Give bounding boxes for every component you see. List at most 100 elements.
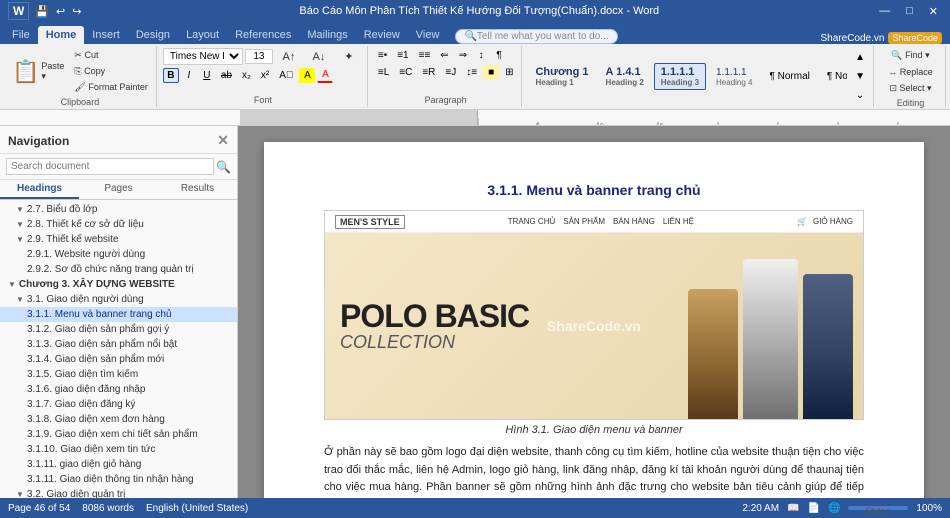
tab-layout[interactable]: Layout	[178, 26, 227, 44]
italic-btn[interactable]: I	[181, 68, 197, 83]
nav-search-icon[interactable]: 🔍	[216, 160, 231, 174]
clear-format-btn[interactable]: ✦	[335, 49, 363, 64]
font-row-top: Times New R... A↑ A↓ ✦	[163, 48, 363, 65]
format-painter-btn[interactable]: 🖌 Format Painter	[70, 80, 151, 95]
nav-item-3[interactable]: 2.9.1. Website người dùng	[0, 247, 237, 262]
nav-item-12[interactable]: 3.1.6. giao diện đăng nhập	[0, 382, 237, 397]
search-bar[interactable]: 🔍 Tell me what you want to do...	[455, 29, 617, 44]
view-read-btn[interactable]: 📖	[787, 503, 799, 514]
tab-view[interactable]: View	[408, 26, 448, 44]
nav-item-11[interactable]: 3.1.5. Giao diện tìm kiếm	[0, 367, 237, 382]
font-size-inc[interactable]: A↑	[275, 50, 303, 64]
nav-item-7[interactable]: 3.1.1. Menu và banner trang chủ	[0, 307, 237, 322]
tab-review[interactable]: Review	[356, 26, 408, 44]
style-heading4-btn[interactable]: 1.1.1.1 Heading 4	[709, 64, 759, 90]
decrease-indent-btn[interactable]: ⇐	[436, 48, 452, 63]
nav-item-18[interactable]: 3.1.11. Giao diện thông tin nhận hàng	[0, 472, 237, 487]
nav-item-14[interactable]: 3.1.8. Giao diện xem đơn hàng	[0, 412, 237, 427]
nav-tab-results[interactable]: Results	[158, 180, 237, 199]
nav-item-2[interactable]: ▼2.9. Thiết kế website	[0, 232, 237, 247]
minimize-btn[interactable]: —	[875, 5, 894, 18]
align-center-btn[interactable]: ≡C	[395, 65, 416, 80]
style-heading3-btn[interactable]: 1.1.1.1 Heading 3	[654, 63, 706, 90]
nav-item-0[interactable]: ▼2.7. Biểu đồ lớp	[0, 202, 237, 217]
underline-btn[interactable]: U	[199, 68, 215, 83]
paste-btn[interactable]: 📋 Paste ▾	[8, 57, 68, 87]
nav-item-1[interactable]: ▼2.8. Thiết kế cơ sở dữ liệu	[0, 217, 237, 232]
copy-btn[interactable]: ⎘ Copy	[70, 64, 151, 79]
status-left: Page 46 of 54 8086 words English (United…	[8, 503, 248, 514]
nav-item-10[interactable]: 3.1.4. Giao diện sản phẩm mới	[0, 352, 237, 367]
font-color-btn[interactable]: A	[317, 67, 333, 83]
bold-btn[interactable]: B	[163, 68, 179, 83]
find-btn[interactable]: 🔍 Find ▾	[887, 48, 933, 63]
nav-close-btn[interactable]: ✕	[217, 132, 229, 149]
style-normal-btn[interactable]: ¶ Normal	[763, 68, 817, 85]
font-group: Times New R... A↑ A↓ ✦ B I U ab x₂ x² A⃝…	[159, 46, 368, 107]
tab-file[interactable]: File	[4, 26, 38, 44]
styles-scroll-down[interactable]: ▼	[851, 69, 869, 84]
sort-btn[interactable]: ↕	[473, 48, 489, 63]
replace-btn[interactable]: ↔ Replace	[884, 65, 937, 79]
style-nospace-btn[interactable]: ¶ No Spac...	[820, 68, 847, 85]
doc-page[interactable]: 3.1.1. Menu và banner trang chủ MEN'S ST…	[264, 142, 924, 498]
align-left-btn[interactable]: ≡L	[374, 65, 393, 80]
clipboard-group: 📋 Paste ▾ ✂ Cut ⎘ Copy 🖌 Format Painter …	[4, 46, 157, 107]
nav-item-16[interactable]: 3.1.10. Giao diện xem tin tức	[0, 442, 237, 457]
view-print-btn[interactable]: 📄	[808, 503, 820, 514]
style-heading1-btn[interactable]: Chương 1 Heading 1	[528, 63, 595, 90]
nav-item-19[interactable]: ▼3.2. Giao diện quản trị	[0, 487, 237, 498]
line-spacing-btn[interactable]: ↕≡	[462, 65, 481, 80]
nav-item-13[interactable]: 3.1.7. Giao diện đăng ký	[0, 397, 237, 412]
tab-insert[interactable]: Insert	[84, 26, 128, 44]
superscript-btn[interactable]: x²	[257, 68, 273, 83]
font-content: Times New R... A↑ A↓ ✦ B I U ab x₂ x² A⃝…	[163, 48, 363, 93]
styles-more[interactable]: ⌄	[851, 88, 869, 103]
bullets-btn[interactable]: ≡•	[374, 48, 391, 63]
nav-item-17[interactable]: 3.1.11. giao diện giỏ hàng	[0, 457, 237, 472]
close-btn[interactable]: ✕	[925, 5, 942, 18]
maximize-btn[interactable]: □	[902, 5, 917, 18]
nav-item-5[interactable]: ▼Chương 3. XÂY DỰNG WEBSITE	[0, 277, 237, 292]
redo-btn[interactable]: ↪	[70, 4, 83, 19]
undo-btn[interactable]: ↩	[54, 4, 67, 19]
select-btn[interactable]: ⊡ Select ▾	[885, 81, 935, 96]
align-right-btn[interactable]: ≡R	[418, 65, 439, 80]
quick-access-toolbar: 💾 ↩ ↪	[33, 4, 83, 19]
font-size-dec[interactable]: A↓	[305, 50, 333, 64]
tab-design[interactable]: Design	[128, 26, 178, 44]
nav-item-15[interactable]: 3.1.9. Giao diện xem chi tiết sản phẩm	[0, 427, 237, 442]
paragraph-1: Ở phần này sẽ bao gồm logo đại diện webs…	[324, 444, 864, 498]
tab-mailings[interactable]: Mailings	[299, 26, 355, 44]
styles-scroll-up[interactable]: ▲	[851, 50, 869, 65]
nav-item-8[interactable]: 3.1.2. Giao diện sản phẩm gợi ý	[0, 322, 237, 337]
increase-indent-btn[interactable]: ⇒	[455, 48, 471, 63]
nav-search-input[interactable]	[6, 158, 214, 175]
nav-item-9[interactable]: 3.1.3. Giao diện sản phẩm nổi bật	[0, 337, 237, 352]
multilevel-btn[interactable]: ≡≡	[415, 48, 435, 63]
style-heading2-btn[interactable]: A 1.4.1 Heading 2	[599, 63, 651, 90]
justify-btn[interactable]: ≡J	[441, 65, 460, 80]
nav-item-6[interactable]: ▼3.1. Giao diện người dùng	[0, 292, 237, 307]
figure-caption: Hình 3.1. Giao diện menu và banner	[324, 424, 864, 436]
shading-btn[interactable]: ■	[483, 65, 499, 80]
numbering-btn[interactable]: ≡1	[393, 48, 412, 63]
subscript-btn[interactable]: x₂	[238, 68, 255, 83]
view-web-btn[interactable]: 🌐	[828, 503, 840, 514]
font-size-input[interactable]	[245, 49, 273, 64]
nav-arrow-6: ▼	[16, 295, 24, 304]
nav-tab-headings[interactable]: Headings	[0, 180, 79, 199]
nav-item-4[interactable]: 2.9.2. Sơ đồ chức năng trang quản trị	[0, 262, 237, 277]
text-effects-btn[interactable]: A⃝	[275, 68, 297, 83]
save-quick-btn[interactable]: 💾	[33, 4, 51, 19]
show-hide-btn[interactable]: ¶	[491, 48, 507, 63]
text-highlight-btn[interactable]: A	[299, 68, 315, 83]
cut-btn[interactable]: ✂ Cut	[70, 48, 151, 63]
borders-btn[interactable]: ⊞	[501, 65, 517, 80]
strikethrough-btn[interactable]: ab	[217, 68, 236, 83]
search-placeholder: Tell me what you want to do...	[477, 31, 609, 42]
nav-tab-pages[interactable]: Pages	[79, 180, 158, 199]
tab-home[interactable]: Home	[38, 26, 85, 44]
tab-references[interactable]: References	[227, 26, 299, 44]
font-family-select[interactable]: Times New R...	[163, 48, 243, 65]
